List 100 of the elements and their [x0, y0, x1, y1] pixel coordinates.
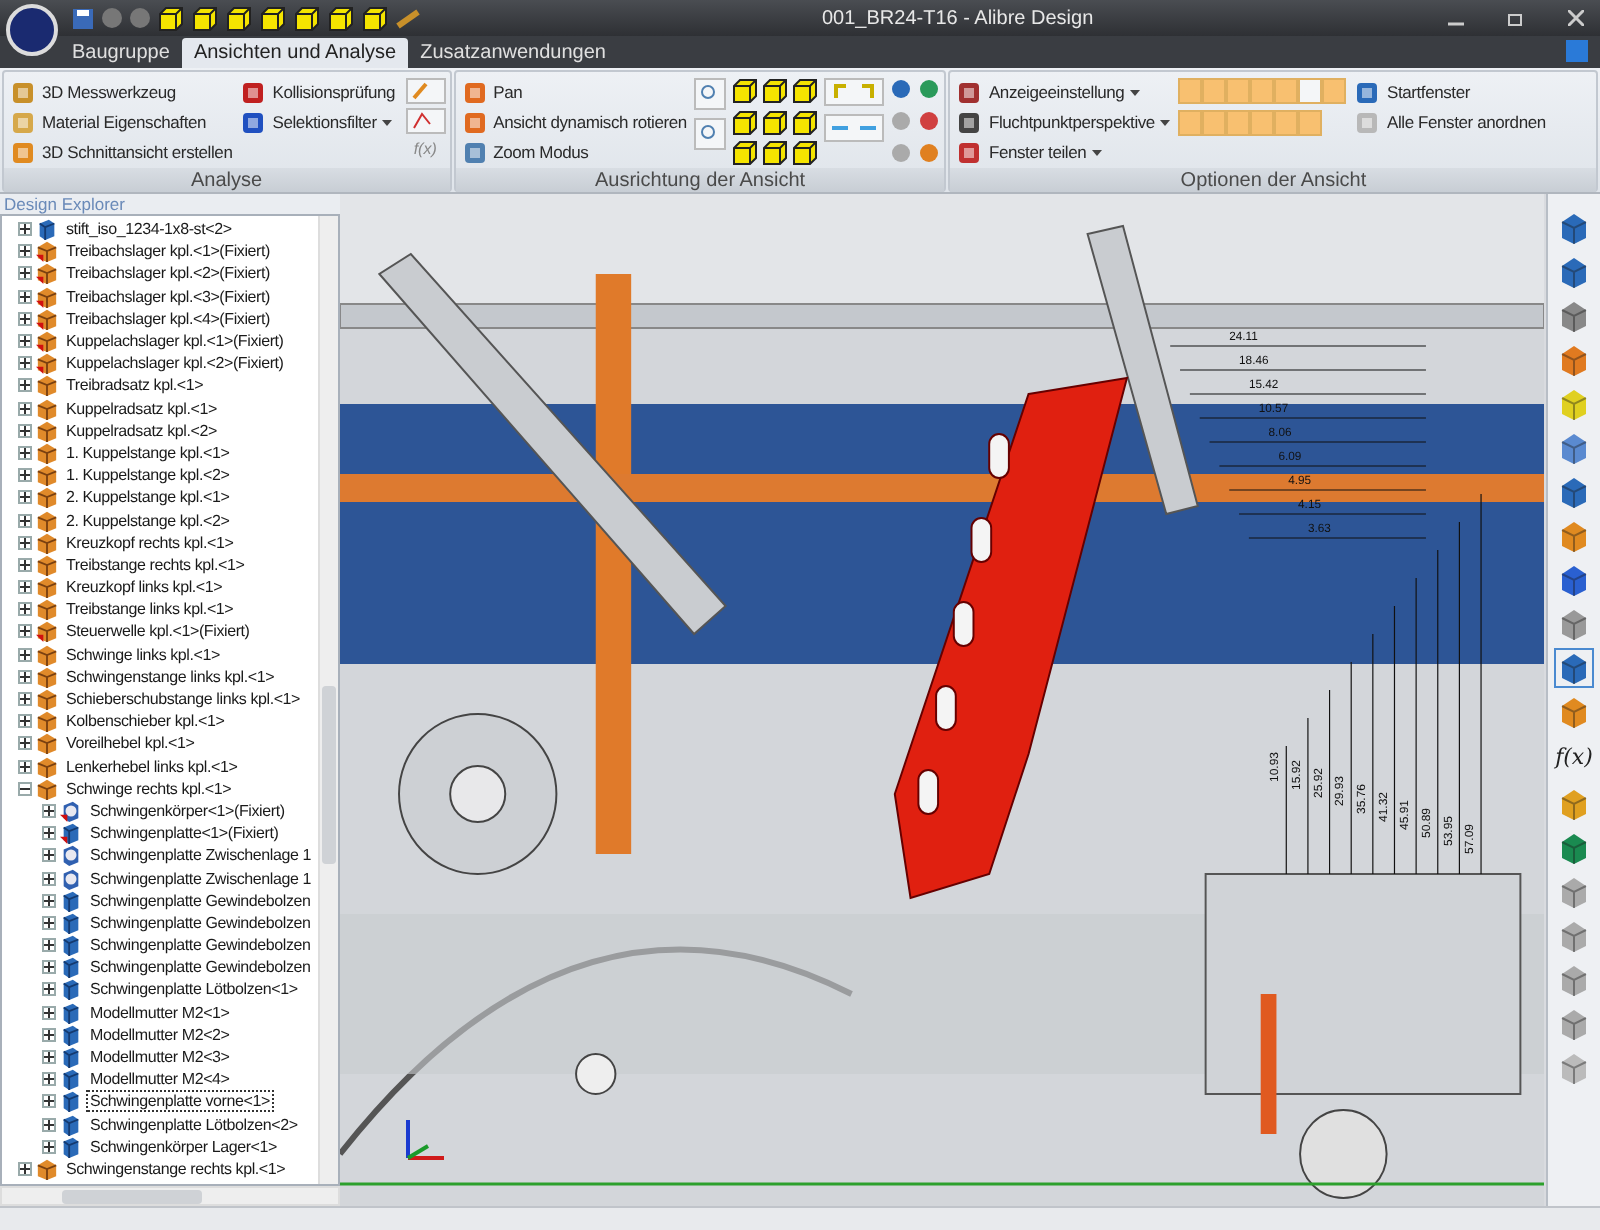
cube-icon[interactable] — [260, 5, 286, 31]
cube-icon[interactable] — [732, 109, 759, 136]
formula-button[interactable]: f(x) — [1555, 738, 1593, 778]
horizontal-scrollbar[interactable] — [0, 1186, 340, 1206]
save-icon[interactable] — [72, 7, 94, 29]
tree-item[interactable]: Schwingenplatte Zwischenlage 1 — [86, 844, 316, 867]
expand-icon[interactable] — [18, 624, 32, 639]
expand-icon[interactable] — [18, 602, 32, 617]
tree-item[interactable]: Schieberschubstange links kpl.<1> — [62, 688, 305, 711]
ribbon-tab[interactable]: Baugruppe — [60, 38, 182, 68]
view-toggle-button[interactable] — [1298, 78, 1323, 104]
ribbon-tab[interactable]: Zusatzanwendungen — [408, 38, 618, 68]
expand-icon[interactable] — [18, 311, 32, 326]
ribbon-command[interactable]: Anzeigeeinstellung — [954, 78, 1173, 108]
expand-icon[interactable] — [18, 289, 32, 304]
ribbon-command[interactable]: Ansicht dynamisch rotieren — [459, 108, 689, 138]
cube-icon[interactable] — [158, 5, 184, 31]
close-icon[interactable] — [1568, 10, 1584, 26]
tree-item[interactable]: Treibstange links kpl.<1> — [62, 598, 238, 621]
expand-icon[interactable] — [18, 334, 32, 349]
ribbon-tab[interactable]: Ansichten und Analyse — [181, 38, 409, 68]
expand-icon[interactable] — [18, 692, 32, 707]
expand-icon[interactable] — [18, 736, 32, 751]
cube-icon[interactable] — [792, 140, 819, 167]
ribbon-command[interactable]: Fenster teilen — [954, 138, 1173, 168]
expand-icon[interactable] — [42, 1117, 56, 1132]
expand-icon[interactable] — [18, 468, 32, 483]
expand-icon[interactable] — [18, 535, 32, 550]
cube-icon[interactable] — [792, 109, 819, 136]
tree-item[interactable]: Modellmutter M2<1> — [86, 1001, 234, 1024]
expand-icon[interactable] — [18, 356, 32, 371]
part-icon[interactable] — [1556, 254, 1592, 290]
cube-icon[interactable] — [362, 5, 388, 31]
zoom-icon[interactable] — [694, 78, 727, 110]
tree-item[interactable]: stift_iso_1234-1x8-st<2> — [62, 218, 236, 241]
view-toggle-button[interactable] — [1178, 110, 1203, 136]
view-toggle-button[interactable] — [1274, 110, 1299, 136]
tree-item[interactable]: Voreilhebel kpl.<1> — [62, 732, 199, 755]
ribbon-command[interactable]: Kollisionsprüfung — [238, 78, 398, 108]
tree-item[interactable]: Kuppelradsatz kpl.<1> — [62, 397, 221, 420]
tree-item[interactable]: Schwingenkörper<1>(Fixiert) — [86, 799, 289, 822]
tree-item[interactable]: Kreuzkopf rechts kpl.<1> — [62, 531, 238, 554]
tree-item[interactable]: Kreuzkopf links kpl.<1> — [62, 576, 227, 599]
tree-item[interactable]: Schwingenplatte vorne<1> — [86, 1090, 274, 1113]
tree-item[interactable]: Lenkerhebel links kpl.<1> — [62, 755, 242, 778]
ribbon-command[interactable]: Selektionsfilter — [238, 108, 398, 138]
view-toggle-button[interactable] — [1178, 78, 1203, 104]
tree-item[interactable]: Schwingenplatte Gewindebolzen — [86, 934, 315, 957]
view-toggle-button[interactable] — [1274, 78, 1299, 104]
expand-icon[interactable] — [18, 244, 32, 259]
expand-icon[interactable] — [18, 714, 32, 729]
ribbon-command[interactable]: Fluchtpunktperspektive — [954, 108, 1173, 138]
restore-icon[interactable] — [1508, 10, 1524, 26]
ribbon-command[interactable]: Startfenster — [1352, 78, 1548, 108]
expand-icon[interactable] — [42, 915, 56, 930]
tree-item[interactable]: Schwingenplatte Zwischenlage 1 — [86, 867, 316, 890]
expand-icon[interactable] — [18, 423, 32, 438]
expand-icon[interactable] — [18, 580, 32, 595]
tree-item[interactable]: 2. Kuppelstange kpl.<2> — [62, 509, 234, 532]
view-toggle-button[interactable] — [1322, 78, 1347, 104]
tree-item[interactable]: Schwingenplatte<1>(Fixiert) — [86, 822, 283, 845]
expand-icon[interactable] — [18, 647, 32, 662]
ribbon-command[interactable]: Material Eigenschaften — [8, 108, 235, 138]
cube-icon[interactable] — [192, 5, 218, 31]
expand-icon[interactable] — [42, 1139, 56, 1154]
expand-icon[interactable] — [42, 1027, 56, 1042]
ribbon-command[interactable]: 3D Messwerkzeug — [8, 78, 235, 108]
tree-item[interactable]: Treibachslager kpl.<1>(Fixiert) — [62, 240, 274, 263]
tree-item[interactable]: Schwingenplatte Gewindebolzen — [86, 911, 315, 934]
expand-icon[interactable] — [18, 1161, 32, 1176]
expand-icon[interactable] — [42, 982, 56, 997]
tree-item[interactable]: Treibstange rechts kpl.<1> — [62, 553, 249, 576]
view-tool-icon[interactable] — [918, 78, 941, 100]
tree-item[interactable]: Schwingenstange rechts kpl.<1> — [62, 1157, 290, 1180]
cube-icon[interactable] — [762, 140, 789, 167]
tree-item[interactable]: Kuppelachslager kpl.<2>(Fixiert) — [62, 352, 288, 375]
zoom-icon[interactable] — [694, 118, 727, 150]
vertical-scrollbar[interactable] — [318, 216, 338, 1184]
expand-icon[interactable] — [18, 445, 32, 460]
tree-item[interactable]: Schwinge rechts kpl.<1> — [62, 777, 236, 800]
expand-icon[interactable] — [42, 871, 56, 886]
tree-item[interactable]: Treibradsatz kpl.<1> — [62, 374, 208, 397]
expand-icon[interactable] — [42, 938, 56, 953]
cube-icon[interactable] — [732, 78, 759, 104]
expand-icon[interactable] — [18, 490, 32, 505]
tree-item[interactable]: Treibachslager kpl.<3>(Fixiert) — [62, 285, 274, 308]
cube-icon[interactable] — [792, 78, 819, 104]
expand-icon[interactable] — [18, 401, 32, 416]
tree-item[interactable]: Schwingenplatte Gewindebolzen — [86, 956, 315, 979]
expand-icon[interactable] — [18, 759, 32, 774]
expand-icon[interactable] — [18, 557, 32, 572]
cube-icon[interactable] — [226, 5, 252, 31]
app-logo-icon[interactable] — [6, 4, 58, 56]
view-toggle-button[interactable] — [1298, 110, 1323, 136]
tree-item[interactable]: Schwingenkörper Lager<1> — [86, 1135, 281, 1158]
expand-icon[interactable] — [42, 893, 56, 908]
expand-icon[interactable] — [18, 513, 32, 528]
tree-item[interactable]: Schwinge links kpl.<1> — [62, 643, 224, 666]
expand-icon[interactable] — [42, 1050, 56, 1065]
tree-item[interactable]: Schwingenplatte Lötbolzen<2> — [86, 1113, 302, 1136]
